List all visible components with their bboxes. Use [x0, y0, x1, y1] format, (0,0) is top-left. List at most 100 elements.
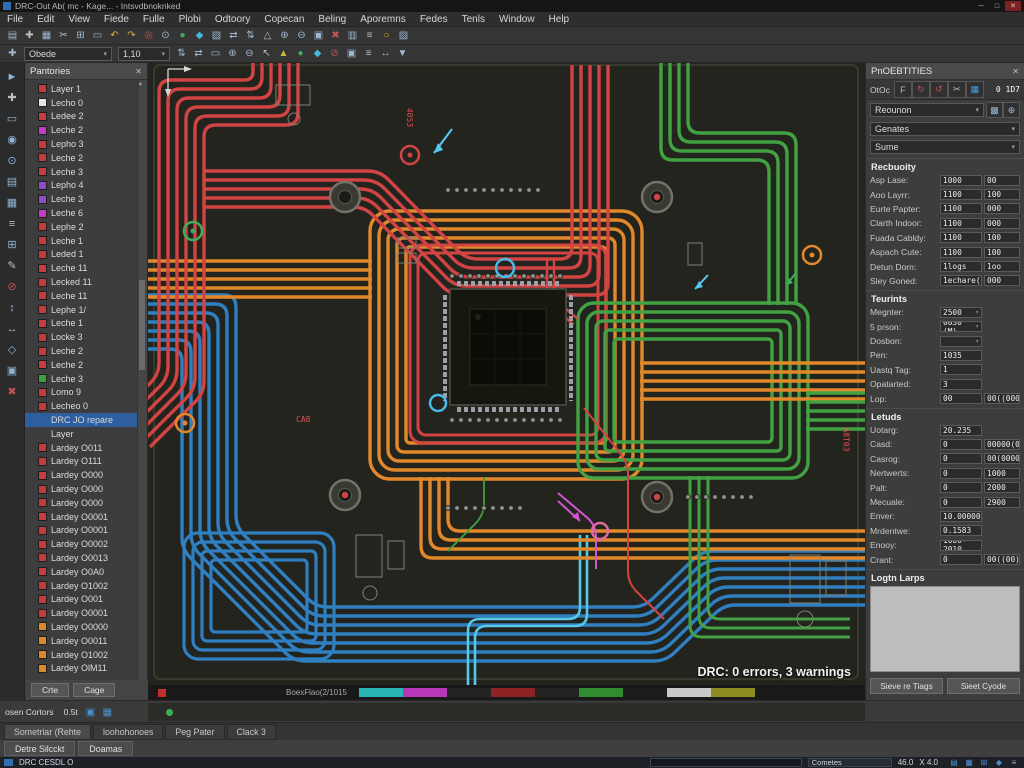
tool-icon[interactable]: ▭ — [2, 108, 22, 129]
toolbar-icon[interactable]: ✚ — [4, 46, 21, 61]
toolbar-icon[interactable]: ▦ — [38, 28, 55, 43]
layer-item[interactable]: Lecked 11 — [25, 275, 147, 289]
film-icon[interactable]: ▣ — [82, 705, 99, 720]
genates-dropdown[interactable]: Genates — [870, 122, 1020, 136]
film-icon[interactable]: ▦ — [99, 705, 116, 720]
layer-item[interactable]: Leche 1 — [25, 234, 147, 248]
tool-icon[interactable]: ✎ — [2, 255, 22, 276]
property-value-field[interactable]: 2500▾ — [940, 307, 982, 318]
toolbar-icon[interactable]: ≡ — [361, 28, 378, 43]
layer-color-swatch[interactable] — [38, 291, 47, 300]
layer-item[interactable]: Lardey O1002 — [25, 579, 147, 593]
menu-item[interactable]: Aporemns — [353, 14, 413, 25]
tool-icon[interactable]: ▦ — [2, 192, 22, 213]
layer-color-swatch[interactable] — [38, 664, 47, 673]
toolbar-icon[interactable]: ✚ — [21, 28, 38, 43]
toolbar-icon[interactable]: ⇅ — [173, 46, 190, 61]
property-value-field-2[interactable]: 2900 — [984, 497, 1020, 508]
menu-item[interactable]: Fulle — [136, 14, 172, 25]
layer-item[interactable]: Lecho 0 — [25, 96, 147, 110]
properties-panel-close-icon[interactable]: ✕ — [1012, 67, 1019, 76]
property-value-field[interactable]: 00 — [940, 393, 982, 404]
toolbar-icon[interactable]: ⇅ — [242, 28, 259, 43]
property-value-field-2[interactable]: 00((00) — [984, 554, 1020, 565]
toolbar-icon[interactable]: ⊘ — [326, 46, 343, 61]
layer-item[interactable]: Lardey O0013 — [25, 551, 147, 565]
menu-item[interactable]: Fiede — [97, 14, 136, 25]
layer-item[interactable]: Leche 2 — [25, 344, 147, 358]
layer-color-swatch[interactable] — [38, 195, 47, 204]
toolbar-icon[interactable]: ● — [292, 46, 309, 61]
property-value-field-2[interactable]: 1000 — [984, 468, 1020, 479]
property-value-field[interactable]: 0 — [940, 497, 982, 508]
layer-item[interactable]: Lardey O0001 — [25, 524, 147, 538]
layer-color-swatch[interactable] — [38, 305, 47, 314]
sieet-cyode-button[interactable]: Sieet Cyode — [947, 678, 1020, 694]
property-value-field-2[interactable]: 100 — [984, 247, 1020, 258]
toolbar-icon[interactable]: ▧ — [208, 28, 225, 43]
toolbar-icon[interactable]: ✖ — [327, 28, 344, 43]
tool-icon[interactable]: ▤ — [2, 171, 22, 192]
layer-color-swatch[interactable] — [38, 595, 47, 604]
layer-item[interactable]: Leche 6 — [25, 206, 147, 220]
toolbar-icon[interactable]: ⊖ — [241, 46, 258, 61]
layer-item[interactable]: Leche 2 — [25, 151, 147, 165]
tool-icon[interactable]: ⊘ — [2, 276, 22, 297]
property-value-field[interactable]: 0.1583 — [940, 525, 982, 536]
tool-icon[interactable]: ◉ — [2, 129, 22, 150]
property-value-field-2[interactable]: 000 — [984, 275, 1020, 286]
property-value-field-2[interactable]: 100 — [984, 189, 1020, 200]
layer-item[interactable]: Lephe 2 — [25, 220, 147, 234]
toolbar-icon[interactable]: ⊙ — [157, 28, 174, 43]
layer-color-swatch[interactable] — [38, 609, 47, 618]
layer-item[interactable]: Leche 11 — [25, 261, 147, 275]
layer-item[interactable]: Lardey O0A0 — [25, 565, 147, 579]
property-value-field-2[interactable]: 000 — [984, 218, 1020, 229]
layer-item[interactable]: Lardey O111 — [25, 455, 147, 469]
menu-item[interactable]: Odtoory — [208, 14, 258, 25]
central-ic-chip[interactable] — [440, 279, 576, 413]
property-value-field[interactable]: 3 — [940, 379, 982, 390]
toolbar-icon[interactable]: ↔ — [377, 46, 394, 61]
layer-item[interactable]: Leded 1 — [25, 248, 147, 262]
layer-color-swatch[interactable] — [38, 498, 47, 507]
menu-item[interactable]: Help — [542, 14, 577, 25]
property-value-field[interactable]: 0 — [940, 468, 982, 479]
property-value-field[interactable]: 1logs — [940, 261, 982, 272]
layer-item[interactable]: Leche 1 — [25, 317, 147, 331]
tool-icon[interactable]: ↕ — [2, 297, 22, 318]
layer-item[interactable]: Leche 2 — [25, 358, 147, 372]
pcb-editor-canvas[interactable]: 4053 CA8 A8T03 DRC: 0 errors, 3 warnings — [148, 63, 865, 685]
layer-color-swatch[interactable] — [38, 650, 47, 659]
sume-dropdown[interactable]: Sume — [870, 140, 1020, 154]
layer-color-segment[interactable] — [403, 688, 447, 697]
property-value-field[interactable]: 1000 — [940, 175, 982, 186]
property-value-field-2[interactable]: 00(0000) — [984, 453, 1020, 464]
property-value-field[interactable]: 0 — [940, 453, 982, 464]
toolbar-icon[interactable]: ▭ — [89, 28, 106, 43]
properties-toolbar-icon[interactable]: F — [894, 81, 912, 98]
tool-icon[interactable]: ≡ — [2, 213, 22, 234]
layer-color-swatch[interactable] — [38, 416, 47, 425]
layer-item[interactable]: Lardey O000 — [25, 496, 147, 510]
grid-combo[interactable]: Obede — [24, 47, 112, 61]
logtn-larps-list[interactable] — [870, 586, 1020, 672]
toolbar-icon[interactable]: ● — [174, 28, 191, 43]
toolbar-icon[interactable]: ↷ — [123, 28, 140, 43]
tool-icon[interactable]: ◇ — [2, 339, 22, 360]
toolbar-icon[interactable]: ▨ — [395, 28, 412, 43]
status-icon[interactable]: ◆ — [993, 758, 1005, 767]
minimize-button[interactable]: ─ — [973, 1, 989, 11]
layer-item[interactable]: Lecheo 0 — [25, 399, 147, 413]
layer-color-swatch[interactable] — [38, 443, 47, 452]
toolbar-icon[interactable]: ↶ — [106, 28, 123, 43]
layer-item[interactable]: Lardey O000 — [25, 468, 147, 482]
property-value-field-2[interactable]: 00 — [984, 175, 1020, 186]
layer-color-segment[interactable] — [491, 688, 535, 697]
status-icon[interactable]: ⊞ — [978, 758, 990, 767]
layer-color-swatch[interactable] — [38, 126, 47, 135]
active-layer-chip[interactable] — [158, 689, 166, 697]
dock-tab[interactable]: Sometriar (Rehte — [4, 724, 91, 740]
layer-item[interactable]: Lardey O0001 — [25, 606, 147, 620]
toolbar-icon[interactable]: ✂ — [55, 28, 72, 43]
